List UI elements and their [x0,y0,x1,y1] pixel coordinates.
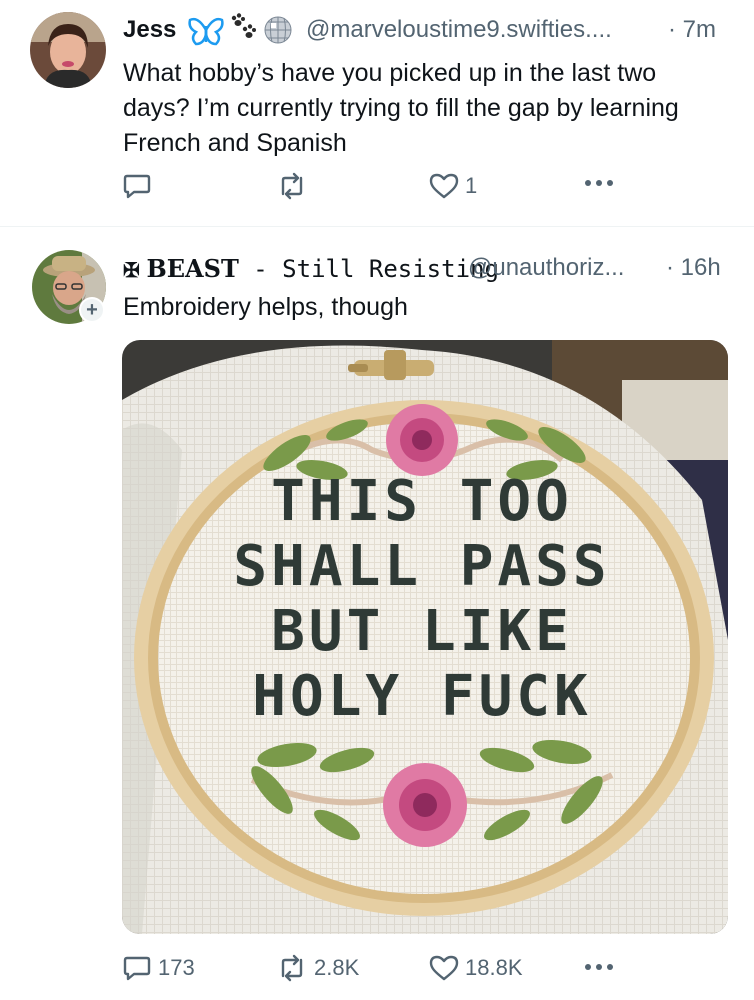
tweet2-author-name[interactable]: ✠ BEAST - Still Resisting [123,254,499,284]
tweet2-media-image[interactable]: THIS TOO SHALL PASS BUT LIKE HOLY FUCK [122,340,728,934]
tweet2-like-button[interactable]: 18.8K [429,954,523,982]
tweet1-like-count: 1 [465,173,478,198]
tweet2-more-button[interactable] [584,962,614,972]
tweet-divider [0,226,754,227]
tweet1-more-button[interactable] [584,178,614,188]
follow-button[interactable]: + [79,297,105,323]
stitched-line-1: THIS TOO [271,469,573,534]
more-dots-icon [584,178,614,188]
stitched-line-3: BUT LIKE [271,599,573,664]
heart-icon [429,954,459,982]
tweet2-text: Embroidery helps, though [123,293,408,321]
tweet1-like-button[interactable]: 1 [429,172,477,200]
more-dots-icon [584,962,614,972]
tweet1-reply-button[interactable] [122,172,158,200]
retweet-icon [276,954,308,982]
stitched-text: THIS TOO SHALL PASS BUT LIKE HOLY FUCK [233,469,610,729]
author-name-bold: BEAST [146,254,239,283]
reply-icon [122,954,152,982]
disco-ball-icon [263,15,293,50]
stitched-line-2: SHALL PASS [233,534,610,599]
tweet2-retweet-count: 2.8K [314,955,360,980]
tweet2-retweet-button[interactable]: 2.8K [276,954,359,982]
reply-icon [122,172,152,200]
tweet1-author-name[interactable]: Jess [123,16,176,44]
butterfly-icon [188,16,224,51]
tweet2-like-count: 18.8K [465,955,523,980]
maltese-cross-icon: ✠ [123,258,140,282]
tweet1-timestamp[interactable]: · 7m [668,16,716,44]
tweet2-timestamp[interactable]: · 16h [666,254,721,282]
follow-plus-icon: + [81,299,103,321]
tweet1-retweet-button[interactable] [276,172,314,200]
retweet-icon [276,172,308,200]
heart-icon [429,172,459,200]
tweet1-handle[interactable]: @marveloustime9.swifties.... [306,16,612,44]
tweet2-reply-count: 173 [158,955,195,980]
stitched-line-4: HOLY FUCK [252,664,591,729]
tweet1-text: What hobby’s have you picked up in the l… [123,59,679,157]
tweet2-reply-button[interactable]: 173 [122,954,195,982]
avatar-jess[interactable] [30,12,106,88]
author-name-suffix: - Still Resisting [238,255,499,283]
tweet2-handle[interactable]: @unauthoriz... [468,254,624,282]
paw-prints-icon [228,12,260,49]
